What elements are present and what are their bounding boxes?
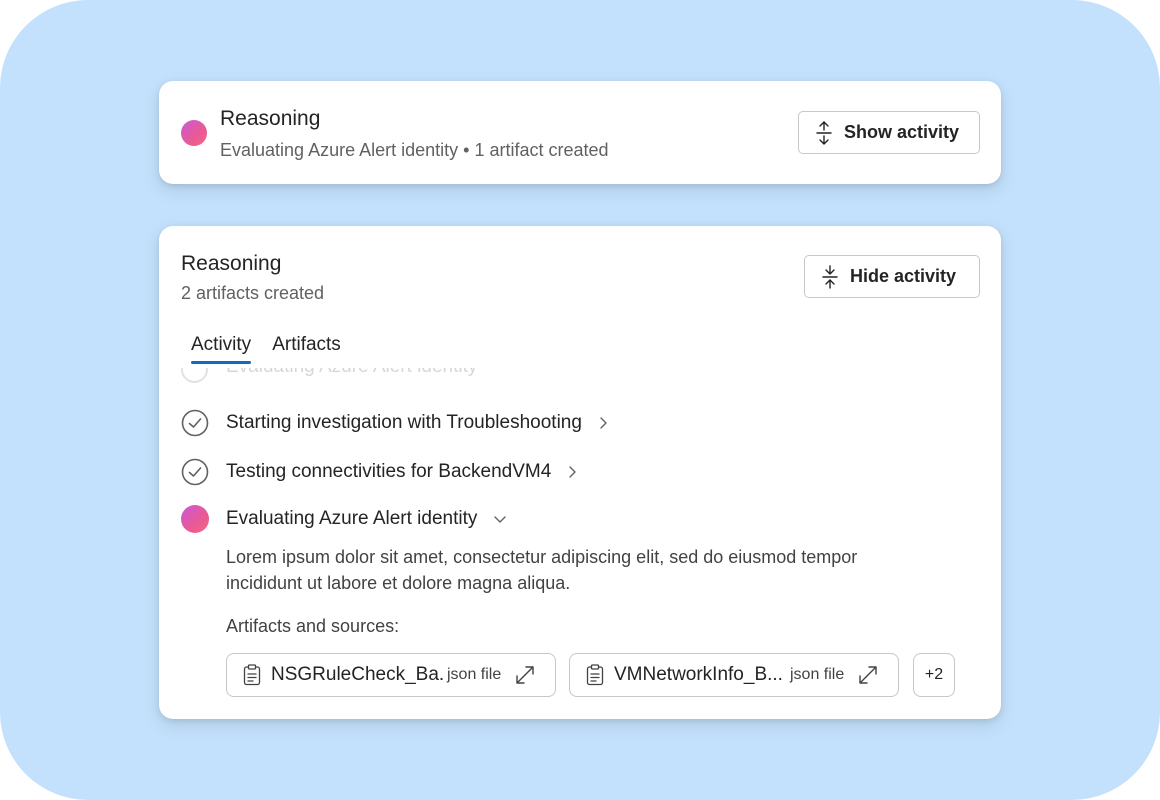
show-activity-label: Show activity [844, 122, 960, 142]
tab-bar: Activity Artifacts [191, 334, 362, 364]
card-subtitle: 2 artifacts created [181, 283, 325, 303]
check-circle-icon [181, 409, 209, 437]
document-icon [586, 664, 604, 686]
artifact-chip[interactable]: NSGRuleCheck_Ba... json file [226, 653, 556, 697]
artifact-chip[interactable]: VMNetworkInfo_B... json file [569, 653, 899, 697]
step-label: Starting investigation with Troubleshoot… [226, 412, 582, 433]
artifact-type: json file [790, 666, 845, 683]
reasoning-card-expanded: Reasoning 2 artifacts created Hide activ… [159, 226, 1001, 719]
check-circle-icon [181, 458, 209, 486]
chevron-right-icon [600, 417, 607, 429]
artifacts-label: Artifacts and sources: [226, 616, 400, 636]
status-dot-icon [181, 505, 209, 533]
collapse-vertical-icon [822, 264, 838, 289]
step-label: Evaluating Azure Alert identity [226, 508, 478, 529]
hide-activity-label: Hide activity [850, 266, 957, 286]
step-item[interactable]: Starting investigation with Troubleshoot… [181, 409, 608, 437]
chevron-down-icon [494, 516, 507, 523]
step-item-active[interactable]: Evaluating Azure Alert identity [181, 505, 507, 533]
step-faded: Evaluating Azure Alert identity [181, 368, 581, 392]
show-activity-button[interactable]: Show activity [798, 111, 980, 154]
tab-artifacts[interactable]: Artifacts [272, 334, 341, 364]
reasoning-card-collapsed: Reasoning Evaluating Azure Alert identit… [159, 81, 1001, 184]
hide-activity-button[interactable]: Hide activity [804, 255, 980, 298]
step-description: Lorem ipsum dolor sit amet, consectetur … [226, 547, 858, 593]
artifact-type: json file [447, 666, 502, 683]
open-external-icon[interactable] [858, 665, 878, 685]
document-icon [243, 664, 261, 686]
card-subtitle: Evaluating Azure Alert identity • 1 arti… [220, 140, 609, 160]
more-artifacts-button[interactable]: +2 [913, 653, 955, 697]
status-dot-icon [181, 120, 207, 146]
tab-activity[interactable]: Activity [191, 334, 252, 364]
artifact-name: NSGRuleCheck_Ba... [271, 664, 443, 685]
step-label: Testing connectivities for BackendVM4 [226, 461, 552, 482]
step-label: Evaluating Azure Alert identity [226, 368, 477, 378]
expand-vertical-icon [816, 120, 832, 145]
card-title: Reasoning [220, 107, 321, 130]
open-external-icon[interactable] [515, 665, 535, 685]
card-title: Reasoning [181, 252, 282, 275]
artifact-name: VMNetworkInfo_B... [614, 664, 783, 685]
chevron-right-icon [569, 466, 576, 478]
step-item[interactable]: Testing connectivities for BackendVM4 [181, 458, 577, 486]
check-circle-icon [181, 368, 208, 383]
